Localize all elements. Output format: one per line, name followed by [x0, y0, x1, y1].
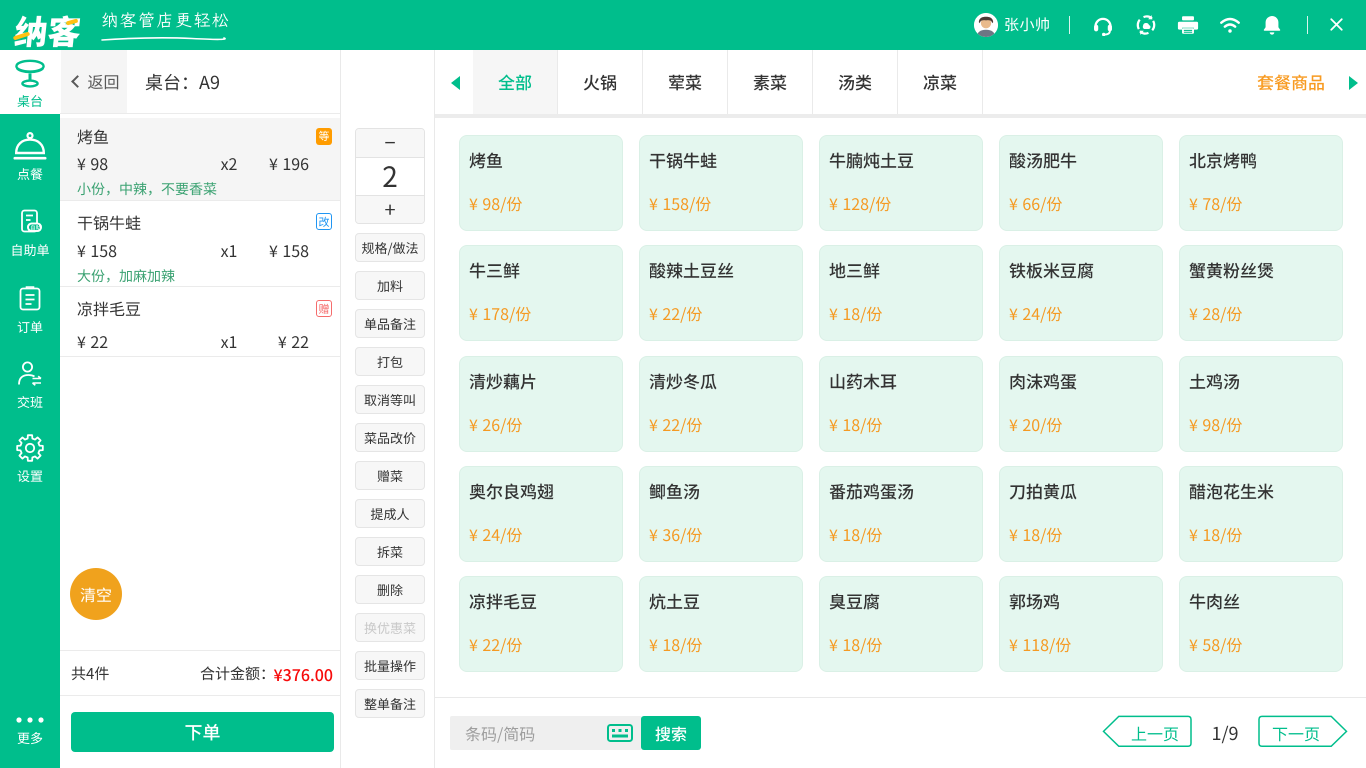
svg-text:自助: 自助 — [30, 223, 41, 231]
